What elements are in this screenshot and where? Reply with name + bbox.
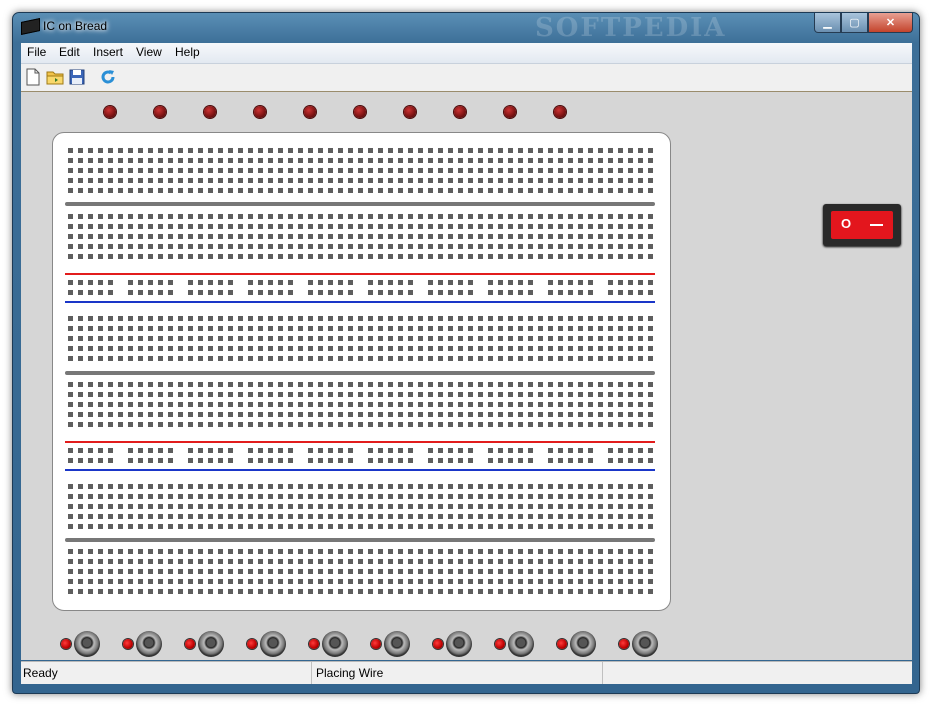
divider-bar-3 (65, 538, 655, 542)
input-led-4 (247, 639, 257, 649)
toggle-switch-6[interactable] (384, 631, 410, 657)
status-bar: Ready Placing Wire (21, 661, 912, 684)
title-bar[interactable]: IC on Bread SOFTPEDIA ▁ ▢ ✕ (13, 13, 919, 43)
indicator-led-6 (354, 106, 366, 118)
status-pane-middle: Placing Wire (312, 662, 603, 684)
status-pane-right (603, 662, 903, 684)
input-led-2 (123, 639, 133, 649)
input-led-10 (619, 639, 629, 649)
save-disk-icon[interactable] (68, 68, 86, 86)
indicator-led-9 (504, 106, 516, 118)
input-led-5 (309, 639, 319, 649)
power-switch-face[interactable]: O (831, 211, 893, 239)
power-rail-positive-1 (65, 273, 655, 275)
toggle-switch-9[interactable] (570, 631, 596, 657)
status-pane-left: Ready (21, 662, 312, 684)
indicator-led-4 (254, 106, 266, 118)
input-led-8 (495, 639, 505, 649)
power-switch[interactable]: O (823, 204, 901, 246)
breadboard-canvas[interactable]: O (21, 92, 912, 660)
indicator-led-5 (304, 106, 316, 118)
app-window: IC on Bread SOFTPEDIA ▁ ▢ ✕ File Edit In… (12, 12, 920, 694)
open-folder-icon[interactable] (46, 68, 64, 86)
menu-file[interactable]: File (27, 45, 46, 59)
indicator-led-2 (154, 106, 166, 118)
menu-edit[interactable]: Edit (59, 45, 80, 59)
toggle-switch-10[interactable] (632, 631, 658, 657)
input-led-1 (61, 639, 71, 649)
toolbar (21, 64, 912, 92)
input-led-6 (371, 639, 381, 649)
power-rail-negative-1 (65, 301, 655, 303)
power-rail-positive-2 (65, 441, 655, 443)
minimize-button[interactable]: ▁ (814, 13, 841, 33)
indicator-led-10 (554, 106, 566, 118)
input-led-9 (557, 639, 567, 649)
input-led-3 (185, 639, 195, 649)
divider-bar-1 (65, 202, 655, 206)
toggle-switch-8[interactable] (508, 631, 534, 657)
indicator-led-8 (454, 106, 466, 118)
status-text-middle: Placing Wire (316, 666, 384, 680)
menu-insert[interactable]: Insert (93, 45, 123, 59)
window-title: IC on Bread (43, 19, 108, 33)
power-switch-on-label: O (841, 216, 852, 231)
toggle-switch-5[interactable] (322, 631, 348, 657)
toggle-switch-2[interactable] (136, 631, 162, 657)
indicator-led-1 (104, 106, 116, 118)
menu-bar: File Edit Insert View Help (21, 43, 912, 64)
power-switch-off-mark (870, 224, 883, 226)
indicator-led-3 (204, 106, 216, 118)
menu-help[interactable]: Help (175, 45, 200, 59)
breadboard[interactable] (52, 132, 671, 611)
toggle-switch-1[interactable] (74, 631, 100, 657)
watermark: SOFTPEDIA (535, 13, 727, 43)
new-file-icon[interactable] (24, 68, 42, 86)
close-button[interactable]: ✕ (868, 13, 913, 33)
input-led-7 (433, 639, 443, 649)
toggle-switch-3[interactable] (198, 631, 224, 657)
toggle-switch-7[interactable] (446, 631, 472, 657)
status-text-left: Ready (23, 666, 58, 680)
maximize-button[interactable]: ▢ (841, 13, 868, 33)
indicator-led-7 (404, 106, 416, 118)
toggle-switch-4[interactable] (260, 631, 286, 657)
app-icon (21, 17, 40, 36)
power-rail-negative-2 (65, 469, 655, 471)
refresh-icon[interactable] (99, 68, 117, 86)
menu-view[interactable]: View (136, 45, 162, 59)
divider-bar-2 (65, 371, 655, 375)
